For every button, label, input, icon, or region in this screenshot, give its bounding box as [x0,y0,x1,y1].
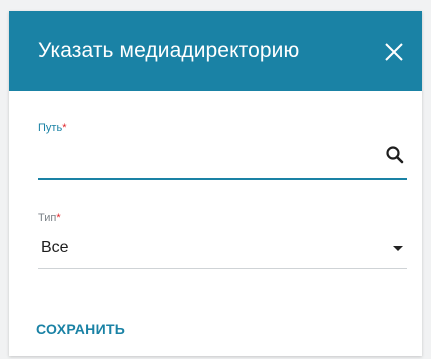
path-label: Путь* [38,122,67,134]
save-button[interactable]: СОХРАНИТЬ [28,315,133,343]
type-field: Тип* Все [38,208,407,270]
close-button[interactable] [383,41,405,63]
close-icon [385,43,403,61]
dialog-title: Указать медиадиректорию [38,39,300,62]
media-directory-dialog: Указать медиадиректорию Путь* Тип* Все С… [9,11,422,356]
type-underline [38,268,407,269]
type-label: Тип* [38,212,61,224]
search-icon [386,146,404,164]
search-button[interactable] [385,145,405,165]
path-field: Путь* [38,118,407,181]
path-underline [38,178,407,180]
path-required-mark: * [62,122,67,134]
path-input[interactable] [38,140,368,168]
type-select-value: Все [41,239,69,256]
type-select[interactable]: Все [38,228,407,266]
dialog-header: Указать медиадиректорию [9,11,422,91]
caret-down-icon [393,246,403,251]
type-required-mark: * [56,212,61,224]
